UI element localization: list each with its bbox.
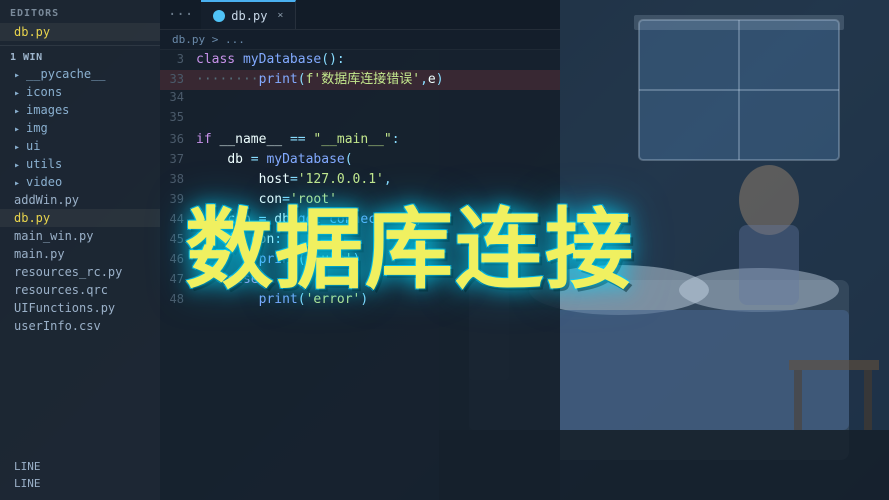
code-line-48: 48 print('error') (160, 290, 560, 310)
tab-close-button[interactable]: × (277, 10, 283, 21)
code-line-47: 47 else: (160, 270, 560, 290)
line-number-36: 36 (168, 132, 196, 146)
code-content-37: db = myDatabase( (196, 150, 353, 170)
sidebar-folder-icons[interactable]: icons (0, 83, 160, 101)
line-number-37: 37 (168, 152, 196, 166)
code-content-45: if con: (196, 230, 282, 250)
bottom-line-1: LINE (0, 458, 160, 475)
win-section-label: 1 WIN (0, 45, 160, 65)
sidebar-file-addwin[interactable]: addWin.py (0, 191, 160, 209)
sidebar-folder-images[interactable]: images (0, 101, 160, 119)
sidebar: EDITORS db.py 1 WIN __pycache__ icons im… (0, 0, 160, 500)
editor-panel: ··· db.py × db.py > ... 3 class myDataba… (160, 0, 560, 500)
sidebar-folder-video[interactable]: video (0, 173, 160, 191)
code-content-48: print('error') (196, 290, 368, 310)
line-number-35: 35 (168, 110, 196, 124)
code-content-44: con = db.get_connection() (196, 210, 423, 230)
code-content-39: con='root' (196, 190, 337, 210)
sidebar-file-main[interactable]: main.py (0, 245, 160, 263)
line-number-44: 44 (168, 212, 196, 226)
sidebar-file-mainwin[interactable]: main_win.py (0, 227, 160, 245)
ide-container: EDITORS db.py 1 WIN __pycache__ icons im… (0, 0, 560, 500)
code-line-33: 33 ········print(f'数据库连接错误',e) (160, 70, 560, 90)
line-number-33: 33 (168, 72, 196, 86)
sidebar-file-userinfo[interactable]: userInfo.csv (0, 317, 160, 335)
sidebar-file-db-py[interactable]: db.py (0, 209, 160, 227)
code-content-36: if __name__ == "__main__": (196, 130, 400, 150)
code-line-38: 38 host='127.0.0.1', (160, 170, 560, 190)
editors-section-label: EDITORS (0, 0, 160, 23)
tab-overflow-dots[interactable]: ··· (160, 7, 201, 23)
tab-db-py[interactable]: db.py × (201, 0, 296, 29)
sidebar-folder-ui[interactable]: ui (0, 137, 160, 155)
sidebar-folder-pycache[interactable]: __pycache__ (0, 65, 160, 83)
code-content-3: class myDatabase(): (196, 50, 345, 70)
tab-bar: ··· db.py × (160, 0, 560, 30)
breadcrumb: db.py > ... (160, 30, 560, 50)
code-line-35: 35 (160, 110, 560, 130)
sidebar-folder-utils[interactable]: utils (0, 155, 160, 173)
sidebar-file-resources-rc[interactable]: resources_rc.py (0, 263, 160, 281)
line-number-47: 47 (168, 272, 196, 286)
line-number-34: 34 (168, 90, 196, 104)
sidebar-file-uifunctions[interactable]: UIFunctions.py (0, 299, 160, 317)
tab-filename: db.py (231, 9, 267, 23)
line-number-38: 38 (168, 172, 196, 186)
code-content-38: host='127.0.0.1', (196, 170, 392, 190)
line-number-3: 3 (168, 52, 196, 66)
bottom-line-2: LINE (0, 475, 160, 492)
line-number-46: 46 (168, 252, 196, 266)
sidebar-item-db-py-editors[interactable]: db.py (0, 23, 160, 41)
code-line-39: 39 con='root' (160, 190, 560, 210)
code-line-37: 37 db = myDatabase( (160, 150, 560, 170)
code-line-3: 3 class myDatabase(): (160, 50, 560, 70)
code-content-46: print('succ') (196, 250, 360, 270)
code-line-46: 46 print('succ') (160, 250, 560, 270)
code-line-44: 44 con = db.get_connection() (160, 210, 560, 230)
line-number-45: 45 (168, 232, 196, 246)
code-line-36: 36 if __name__ == "__main__": (160, 130, 560, 150)
code-line-34: 34 (160, 90, 560, 110)
line-number-39: 39 (168, 192, 196, 206)
code-content-47: else: (196, 270, 266, 290)
sidebar-folder-img[interactable]: img (0, 119, 160, 137)
code-editor[interactable]: 3 class myDatabase(): 33 ········print(f… (160, 50, 560, 500)
sidebar-bottom: LINE LINE (0, 458, 160, 500)
code-line-45: 45 if con: (160, 230, 560, 250)
sidebar-file-resources-qrc[interactable]: resources.qrc (0, 281, 160, 299)
python-file-icon (213, 10, 225, 22)
code-content-33: ········print(f'数据库连接错误',e) (196, 70, 444, 90)
line-number-48: 48 (168, 292, 196, 306)
